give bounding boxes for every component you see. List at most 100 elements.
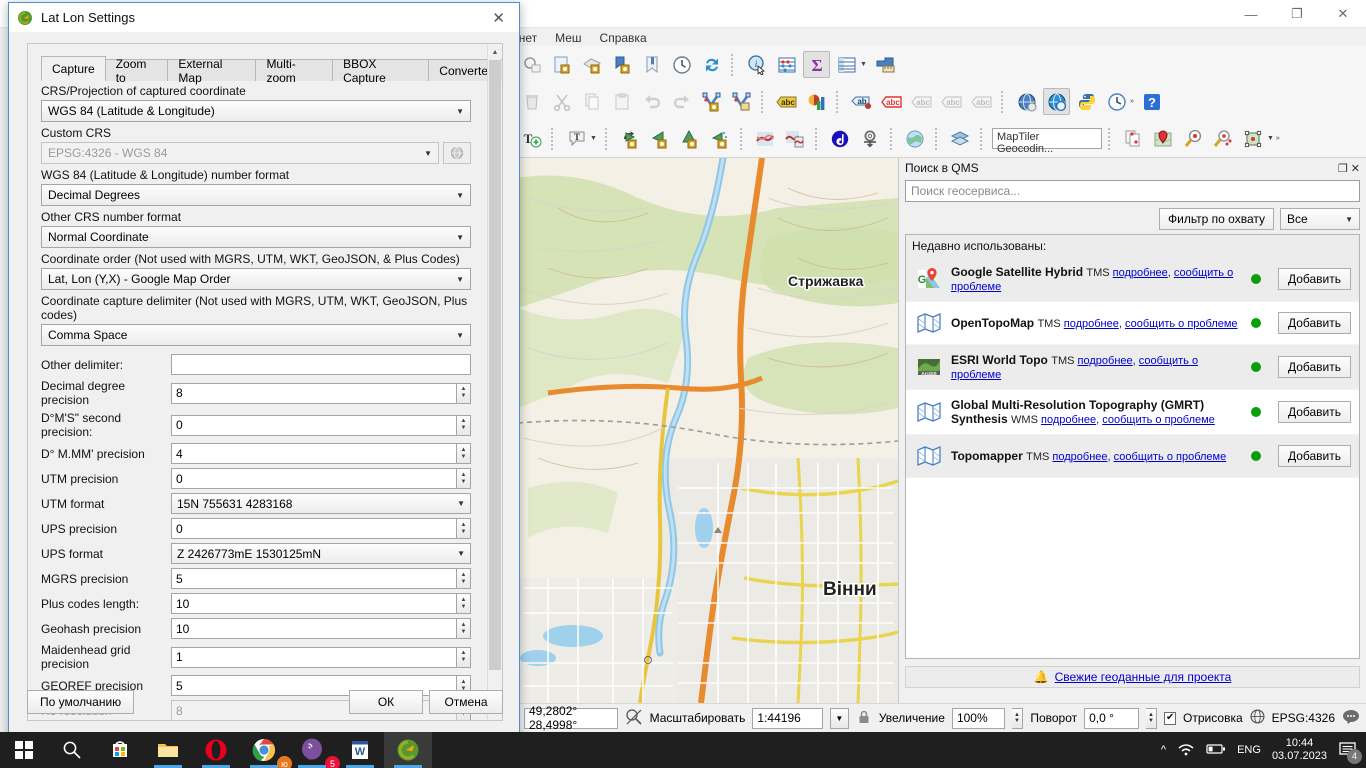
close-icon[interactable]: ✕	[486, 9, 511, 27]
toolbar-overflow-chevron-icon[interactable]: »	[1130, 98, 1134, 105]
dmm-precision-input[interactable]: 4	[171, 443, 457, 464]
new-shapefile-layer-icon[interactable]	[548, 51, 575, 78]
qgis-icon[interactable]	[384, 732, 432, 768]
vertex-tool-current-layer-icon[interactable]	[728, 88, 755, 115]
multi-zoom-icon[interactable]	[1210, 125, 1237, 152]
paste-icon[interactable]	[608, 88, 635, 115]
chrome-icon[interactable]: ю	[240, 732, 288, 768]
language-indicator[interactable]: ENG	[1237, 744, 1261, 756]
redo-icon[interactable]	[668, 88, 695, 115]
qms-results-list[interactable]: Недавно использованы: G Google Satellite…	[905, 234, 1360, 659]
undo-icon[interactable]	[638, 88, 665, 115]
details-link[interactable]: подробнее	[1052, 451, 1107, 463]
scale-dropdown-icon[interactable]: ▼	[830, 708, 849, 729]
plus-codes-length-input[interactable]: 10	[171, 593, 457, 614]
render-checkbox[interactable]: ✔	[1164, 712, 1176, 725]
coordinate-order-select[interactable]: Lat, Lon (Y,X) - Google Map Order ▼	[41, 268, 471, 290]
scrollbar-thumb[interactable]	[489, 60, 501, 670]
other-crs-format-select[interactable]: Normal Coordinate ▼	[41, 226, 471, 248]
start-icon[interactable]	[0, 732, 48, 768]
identify-features-icon[interactable]	[518, 51, 545, 78]
map-canvas[interactable]: Стрижавка Вінни	[518, 158, 898, 703]
metasearch-icon[interactable]	[902, 125, 929, 152]
decimal-degree-precision-input[interactable]: 8	[171, 383, 457, 404]
new-memory-layer-icon[interactable]	[638, 51, 665, 78]
details-link[interactable]: подробнее	[1113, 267, 1168, 279]
opera-icon[interactable]	[192, 732, 240, 768]
data-source-manager-icon[interactable]	[1013, 88, 1040, 115]
filter-by-extent-button[interactable]: Фильтр по охвату	[1159, 208, 1274, 230]
ups-precision-input[interactable]: 0	[171, 518, 457, 539]
vertex-tool-all-layers-icon[interactable]	[698, 88, 725, 115]
minimize-icon[interactable]: —	[1228, 0, 1274, 28]
style-manager-icon[interactable]	[803, 88, 830, 115]
add-service-button[interactable]: Добавить	[1278, 312, 1351, 334]
crs-select[interactable]: WGS 84 (Latitude & Longitude) ▼	[41, 100, 471, 122]
delimiter-select[interactable]: Comma Space ▼	[41, 324, 471, 346]
coordinate-field[interactable]: 49,2802° 28,4998°	[524, 708, 618, 729]
close-icon[interactable]: ✕	[1320, 0, 1366, 28]
maidenhead-precision-input[interactable]: 1	[171, 647, 457, 668]
toggle-coordinate-capture-icon[interactable]	[625, 708, 643, 729]
select-crs-button[interactable]	[443, 142, 471, 164]
qms-type-select[interactable]: Все ▼	[1280, 208, 1360, 230]
toolbar-overflow-chevron-icon[interactable]: »	[1276, 135, 1280, 142]
add-service-button[interactable]: Добавить	[1278, 445, 1351, 467]
tab-capture[interactable]: Capture	[41, 56, 106, 81]
new-spatialite-layer-icon[interactable]	[608, 51, 635, 78]
rotate-feature-icon[interactable]	[617, 125, 644, 152]
ups-precision-stepper[interactable]: ▲▼	[457, 518, 471, 539]
qgis2web-icon[interactable]	[827, 125, 854, 152]
messages-icon[interactable]	[1342, 709, 1360, 728]
details-link[interactable]: подробнее	[1041, 414, 1096, 426]
rotation-stepper[interactable]: ▲▼	[1146, 708, 1158, 729]
dms-second-precision-input[interactable]: 0	[171, 415, 457, 436]
highlight-labels-icon[interactable]: abc	[878, 88, 905, 115]
rotate-label-icon[interactable]: abc	[938, 88, 965, 115]
measure-line-icon[interactable]	[872, 51, 899, 78]
list-item[interactable]: ArcGIS ESRI World Topo TMS подробнее, со…	[906, 345, 1359, 390]
scale-field[interactable]: 1:44196	[752, 708, 823, 729]
microsoft-store-icon[interactable]	[96, 732, 144, 768]
settings-scrollbar[interactable]: ▲	[487, 45, 501, 721]
qms-search-icon[interactable]	[1043, 88, 1070, 115]
chevron-down-icon[interactable]: ▼	[1267, 135, 1274, 142]
temporal-controller-icon[interactable]	[668, 51, 695, 78]
show-hidden-icons-icon[interactable]: ^	[1161, 744, 1166, 756]
wgs-format-select[interactable]: Decimal Degrees ▼	[41, 184, 471, 206]
chevron-down-icon[interactable]: ▼	[590, 135, 597, 142]
simplify-feature-icon[interactable]	[647, 125, 674, 152]
add-service-button[interactable]: Добавить	[1278, 356, 1351, 378]
pin-labels-icon[interactable]: ab	[848, 88, 875, 115]
new-geopackage-layer-icon[interactable]	[578, 51, 605, 78]
bbox-capture-icon[interactable]	[1240, 125, 1267, 152]
viber-icon[interactable]: 5	[288, 732, 336, 768]
layers-stack-icon[interactable]	[947, 125, 974, 152]
tab-external-map[interactable]: External Map	[167, 59, 256, 81]
undock-icon[interactable]: ❐	[1338, 162, 1348, 175]
copy-icon[interactable]	[578, 88, 605, 115]
word-icon[interactable]: W	[336, 732, 384, 768]
magnifier-stepper[interactable]: ▲▼	[1012, 708, 1024, 729]
qms-search-input[interactable]: Поиск геосервиса...	[905, 180, 1360, 202]
report-problem-link[interactable]: сообщить о проблеме	[1125, 318, 1238, 330]
defaults-button[interactable]: По умолчанию	[27, 690, 134, 714]
mgrs-precision-stepper[interactable]: ▲▼	[457, 568, 471, 589]
maptiler-geocoding-input[interactable]: MapTiler Geocodin...	[992, 128, 1102, 149]
close-panel-icon[interactable]: ✕	[1351, 162, 1360, 175]
add-service-button[interactable]: Добавить	[1278, 401, 1351, 423]
georeferencer-icon[interactable]	[752, 125, 779, 152]
add-service-button[interactable]: Добавить	[1278, 268, 1351, 290]
file-explorer-icon[interactable]	[144, 732, 192, 768]
add-text-annotation-icon[interactable]: T	[518, 125, 545, 152]
move-label-icon[interactable]: abc	[908, 88, 935, 115]
other-delimiter-input[interactable]	[171, 354, 471, 375]
cut-icon[interactable]	[548, 88, 575, 115]
wifi-icon[interactable]	[1177, 742, 1195, 759]
scroll-up-icon[interactable]: ▲	[488, 45, 502, 59]
utm-format-select[interactable]: 15N 755631 4283168 ▼	[171, 493, 471, 514]
details-link[interactable]: подробнее	[1064, 318, 1119, 330]
crs-value[interactable]: EPSG:4326	[1272, 711, 1335, 725]
dms-second-precision-stepper[interactable]: ▲▼	[457, 415, 471, 436]
crs-globe-icon[interactable]	[1250, 709, 1265, 727]
